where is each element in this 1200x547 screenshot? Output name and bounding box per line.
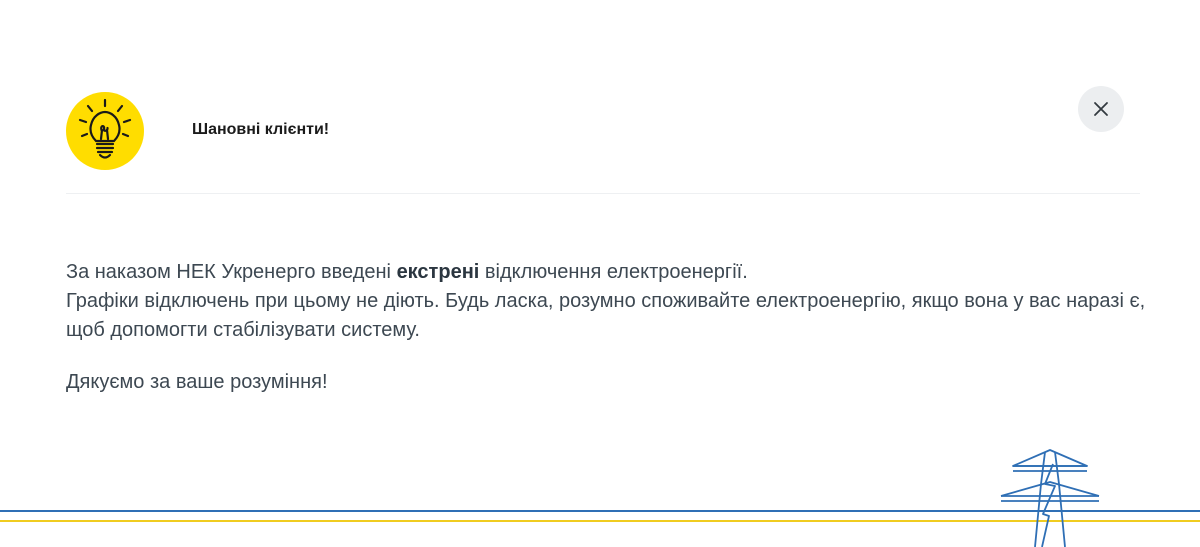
- header-divider: [66, 193, 1140, 194]
- modal-header: Шановні клієнти!: [66, 92, 1140, 172]
- power-pylon-icon: [1000, 449, 1100, 547]
- message-paragraph-2: Графіки відключень при цьому не діють. Б…: [66, 290, 1146, 341]
- message-text: відключення електроенергії.: [479, 261, 748, 283]
- message-emphasis: екстрені: [396, 261, 480, 283]
- notification-modal: Шановні клієнти! За наказом НЕК Укренерг…: [0, 0, 1200, 547]
- modal-title: Шановні клієнти!: [192, 121, 330, 138]
- close-icon: [1094, 102, 1108, 116]
- lightbulb-icon: [66, 92, 144, 170]
- close-button[interactable]: [1078, 86, 1124, 132]
- message-body: За наказом НЕК Укренерго введені екстрен…: [66, 258, 1146, 397]
- lightbulb-icon-graphic: [78, 98, 132, 159]
- message-text: За наказом НЕК Укренерго введені: [66, 261, 397, 283]
- message-paragraph-1: За наказом НЕК Укренерго введені екстрен…: [66, 258, 1146, 287]
- message-thanks: Дякуємо за ваше розуміння!: [66, 371, 328, 393]
